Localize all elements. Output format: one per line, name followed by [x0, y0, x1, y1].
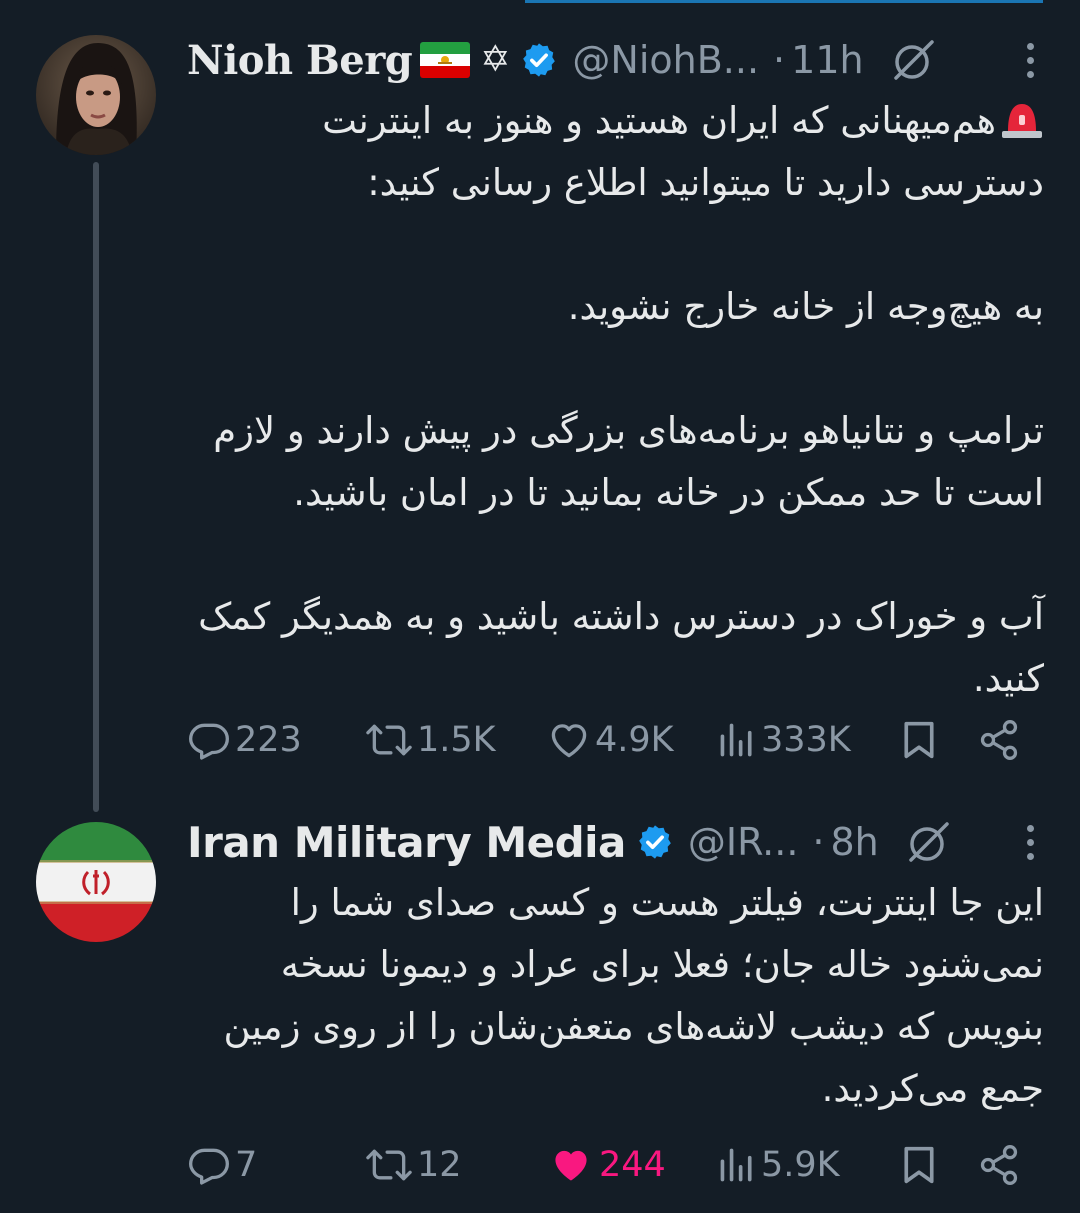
tweet-header: Nioh Berg ✡ @NiohB... · 11h	[187, 30, 1050, 90]
display-name[interactable]: Iran Military Media	[187, 818, 626, 867]
iran-lion-sun-flag-icon	[420, 42, 471, 78]
reply-icon	[189, 723, 229, 760]
like-button[interactable]: 4.9K	[547, 710, 674, 770]
display-name[interactable]: Nioh Berg	[187, 37, 413, 84]
reply-icon	[189, 1148, 229, 1185]
grok-icon[interactable]	[890, 36, 938, 84]
share-icon	[980, 1145, 1018, 1185]
tweet[interactable]: Nioh Berg ✡ @NiohB... · 11h	[0, 0, 1080, 812]
view-count: 5.9K	[761, 1145, 840, 1185]
like-button[interactable]: 244	[547, 1135, 666, 1195]
more-options-icon[interactable]	[1010, 822, 1050, 862]
user-handle[interactable]: @NiohB...	[572, 38, 759, 82]
more-options-icon[interactable]	[1010, 40, 1050, 80]
tweet-header: Iran Military Media @IR... · 8h	[187, 812, 1050, 872]
reply-button[interactable]: 223	[187, 710, 302, 770]
verified-badge-icon	[520, 41, 558, 79]
share-icon	[980, 720, 1018, 760]
repost-count: 1.5K	[417, 720, 496, 760]
tweet-paragraph: هم‌میهنانی که ایران هستید و هنوز به اینت…	[187, 90, 1044, 214]
timestamp[interactable]: 11h	[791, 38, 863, 82]
tweet-actions: 223 1.5K 4.9K 333K	[187, 710, 1050, 770]
repost-button[interactable]: 1.5K	[365, 710, 496, 770]
reply-button[interactable]: 7	[187, 1135, 257, 1195]
share-button[interactable]	[977, 1135, 1021, 1195]
heart-filled-icon	[555, 1150, 587, 1181]
tweet-actions: 7 12 244 5.9K	[187, 1135, 1050, 1195]
tweet-text: هم‌میهنانی که ایران هستید و هنوز به اینت…	[187, 90, 1044, 710]
bookmark-button[interactable]	[899, 1135, 939, 1195]
bookmark-icon	[904, 1146, 934, 1184]
share-button[interactable]	[977, 710, 1021, 770]
reply-count: 223	[235, 720, 302, 760]
views-chart-icon	[720, 1148, 752, 1182]
view-count: 333K	[761, 720, 851, 760]
siren-emoji-icon	[1000, 96, 1044, 138]
verified-badge-icon	[636, 823, 674, 861]
bookmark-icon	[904, 721, 934, 759]
views-button[interactable]: 333K	[717, 710, 851, 770]
timestamp[interactable]: 8h	[831, 820, 879, 864]
separator-dot: ·	[812, 820, 825, 864]
views-button[interactable]: 5.9K	[717, 1135, 840, 1195]
star-of-david-icon: ✡	[480, 39, 511, 80]
tweet-paragraph: این جا اینترنت، فیلتر هست و کسی صدای شما…	[223, 881, 1044, 1110]
repost-button[interactable]: 12	[365, 1135, 462, 1195]
like-count: 4.9K	[595, 720, 674, 760]
separator-dot: ·	[773, 38, 786, 82]
views-chart-icon	[720, 723, 752, 757]
reply-count: 7	[235, 1145, 258, 1185]
tweet-paragraph: آب و خوراک در دسترس داشته باشید و به همد…	[198, 595, 1044, 700]
avatar[interactable]	[36, 822, 156, 942]
tweet-text: این جا اینترنت، فیلتر هست و کسی صدای شما…	[187, 872, 1044, 1120]
heart-icon	[551, 724, 587, 758]
repost-icon	[366, 724, 412, 756]
repost-count: 12	[417, 1145, 462, 1185]
tweet-paragraph: به هیچ‌وجه از خانه خارج نشوید.	[567, 285, 1044, 328]
like-count: 244	[599, 1145, 666, 1185]
grok-icon[interactable]	[905, 818, 953, 866]
user-handle[interactable]: @IR...	[688, 820, 799, 864]
thread-connector-line	[93, 162, 99, 812]
tweet-paragraph: ترامپ و نتانیاهو برنامه‌های بزرگی در پیش…	[213, 409, 1044, 514]
tweet-paragraph-text: هم‌میهنانی که ایران هستید و هنوز به اینت…	[322, 99, 1044, 204]
avatar[interactable]	[36, 35, 156, 155]
bookmark-button[interactable]	[899, 710, 939, 770]
repost-icon	[366, 1149, 412, 1181]
